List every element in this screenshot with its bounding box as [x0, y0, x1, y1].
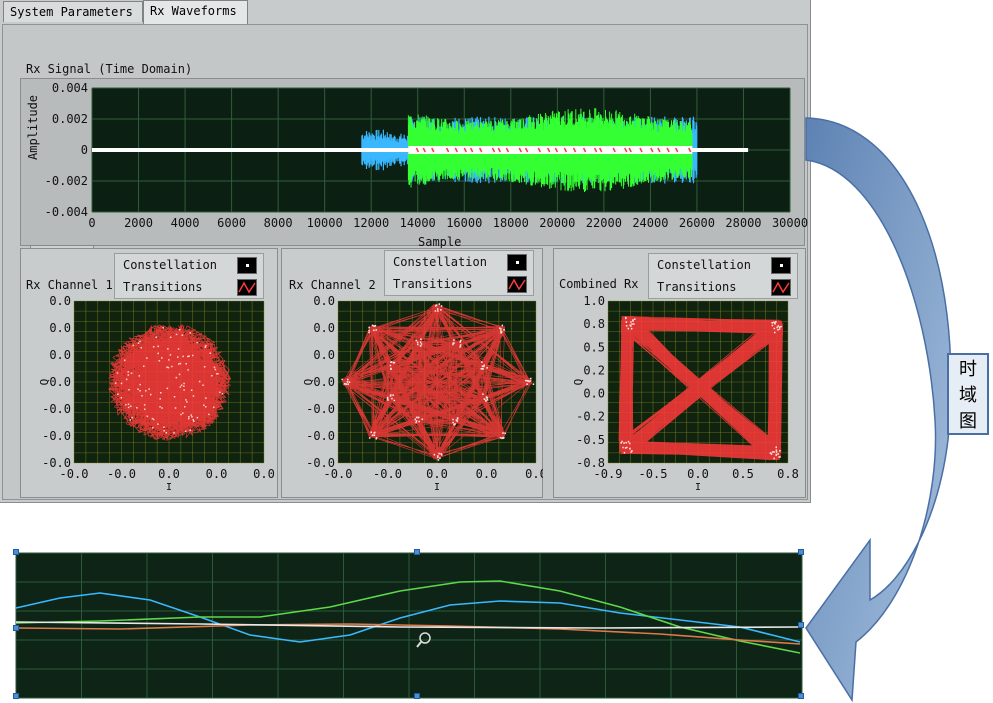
- curved-arrow-svg: [805, 117, 952, 703]
- callout-char: 图: [959, 411, 977, 432]
- callout-char: 时: [959, 359, 977, 380]
- time-domain-callout: 时域图: [947, 353, 989, 435]
- curved-arrow: [805, 117, 952, 703]
- callout-text: 时域图: [949, 357, 987, 435]
- callout-char: 域: [959, 385, 977, 406]
